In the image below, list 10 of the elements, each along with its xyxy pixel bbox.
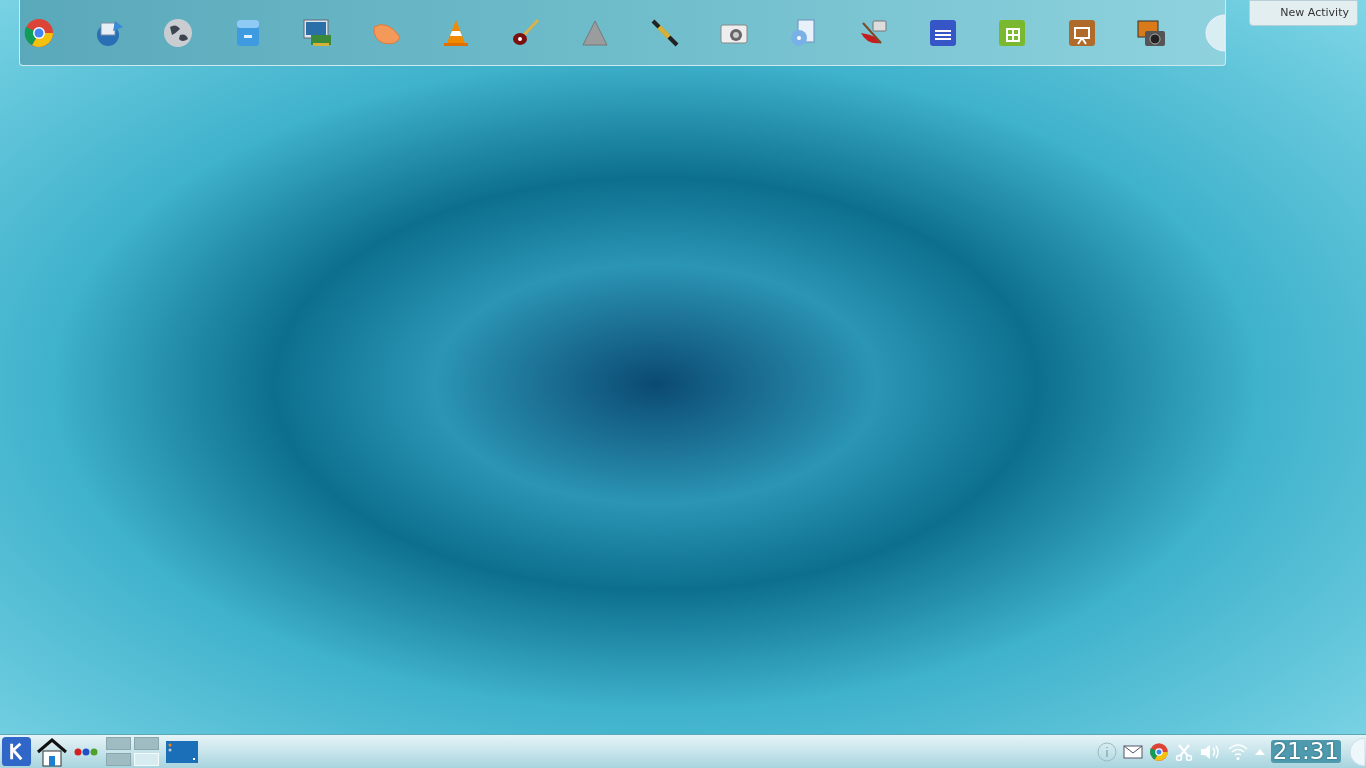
globe-icon[interactable] xyxy=(162,16,194,49)
kde-launcher-icon[interactable] xyxy=(1,736,32,767)
browser-icon[interactable] xyxy=(1148,741,1169,762)
monitor-card-icon[interactable] xyxy=(301,16,333,49)
mail-icon[interactable] xyxy=(1122,744,1143,759)
desktop-preview-icon[interactable] xyxy=(166,740,198,763)
home-icon[interactable] xyxy=(36,736,68,767)
colored-dots-icon[interactable] xyxy=(74,747,98,756)
browser-icon[interactable] xyxy=(23,16,55,49)
new-activity-button[interactable]: New Activity xyxy=(1249,0,1358,26)
